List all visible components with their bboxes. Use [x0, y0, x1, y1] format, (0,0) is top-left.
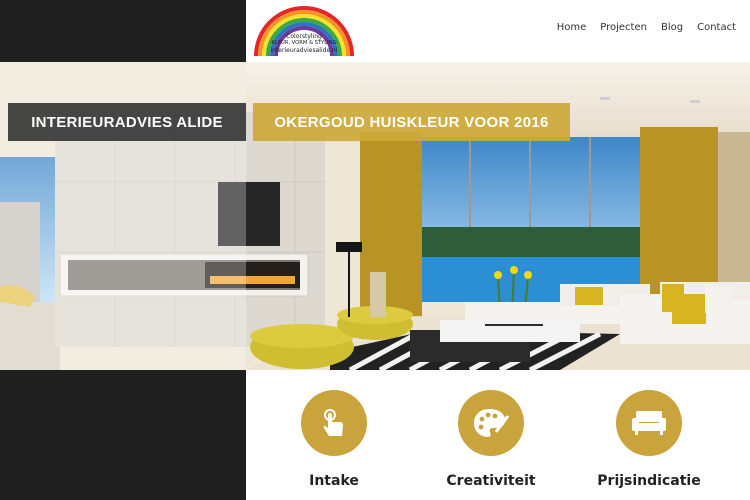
- nav-projecten[interactable]: Projecten: [600, 22, 647, 33]
- feature-intake-label: Intake: [309, 473, 359, 489]
- site-logo[interactable]: Colorstyling KLEUR, VORM & STYLING inter…: [250, 2, 358, 58]
- sofa-icon: [632, 411, 666, 435]
- feature-intake[interactable]: Intake: [274, 390, 394, 489]
- feature-creativiteit-label: Creativiteit: [446, 473, 536, 489]
- main-nav: Home Projecten Blog Contact: [557, 22, 736, 33]
- feature-intake-circle[interactable]: [301, 390, 367, 456]
- nav-contact[interactable]: Contact: [697, 22, 736, 33]
- nav-blog[interactable]: Blog: [661, 22, 683, 33]
- nav-home[interactable]: Home: [557, 22, 587, 33]
- feature-prijsindicatie-circle[interactable]: [616, 390, 682, 456]
- feature-creativiteit-circle[interactable]: [458, 390, 524, 456]
- logo-url: interieuradviesalide.nl: [270, 47, 338, 54]
- feature-creativiteit[interactable]: Creativiteit: [431, 390, 551, 489]
- palette-icon: [474, 409, 510, 437]
- logo-subtitle: KLEUR, VORM & STYLING: [271, 40, 337, 46]
- feature-prijsindicatie[interactable]: Prijsindicatie: [589, 390, 709, 489]
- logo-tagline: Colorstyling: [286, 33, 322, 40]
- banner-company-name: INTERIEURADVIES ALIDE: [8, 103, 246, 141]
- banner-headline[interactable]: OKERGOUD HUISKLEUR VOOR 2016: [253, 103, 570, 141]
- feature-prijsindicatie-label: Prijsindicatie: [597, 473, 701, 489]
- hand-tap-icon: [323, 409, 343, 436]
